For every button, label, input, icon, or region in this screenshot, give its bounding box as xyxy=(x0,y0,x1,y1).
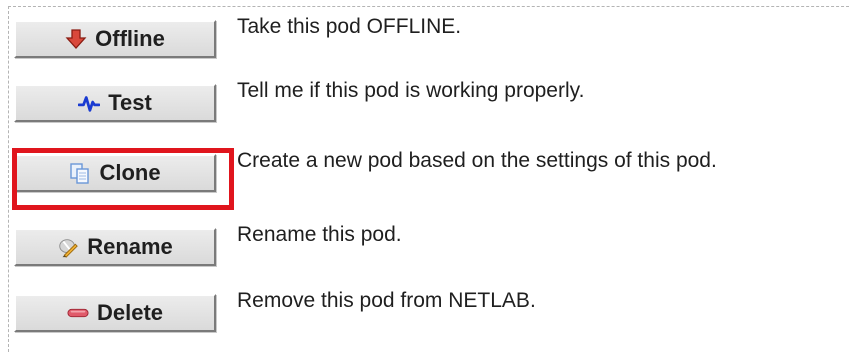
action-row-offline: Offline Take this pod OFFLINE. xyxy=(0,12,849,68)
clone-button[interactable]: Clone xyxy=(14,154,216,192)
action-row-delete: Delete Remove this pod from NETLAB. xyxy=(0,286,849,342)
action-row-clone: Clone Create a new pod based on the sett… xyxy=(0,146,849,202)
offline-button[interactable]: Offline xyxy=(14,20,216,58)
rename-description: Rename this pod. xyxy=(237,223,402,246)
arrow-down-icon xyxy=(65,28,87,50)
delete-button[interactable]: Delete xyxy=(14,294,216,332)
test-description: Tell me if this pod is working properly. xyxy=(237,79,585,102)
delete-button-label: Delete xyxy=(96,300,164,325)
clone-description: Create a new pod based on the settings o… xyxy=(237,149,717,172)
copy-icon xyxy=(69,162,91,184)
pulse-icon xyxy=(78,92,101,114)
test-button-label: Test xyxy=(108,90,152,115)
action-row-rename: Rename Rename this pod. xyxy=(0,220,849,276)
rename-button[interactable]: Rename xyxy=(14,228,216,266)
action-row-test: Test Tell me if this pod is working prop… xyxy=(0,76,849,132)
edit-icon xyxy=(57,236,79,258)
test-button[interactable]: Test xyxy=(14,84,216,122)
rename-button-label: Rename xyxy=(87,234,173,259)
clone-button-label: Clone xyxy=(99,160,161,185)
offline-button-label: Offline xyxy=(95,26,165,51)
minus-icon xyxy=(67,302,89,324)
offline-description: Take this pod OFFLINE. xyxy=(237,15,462,38)
delete-description: Remove this pod from NETLAB. xyxy=(237,289,536,312)
